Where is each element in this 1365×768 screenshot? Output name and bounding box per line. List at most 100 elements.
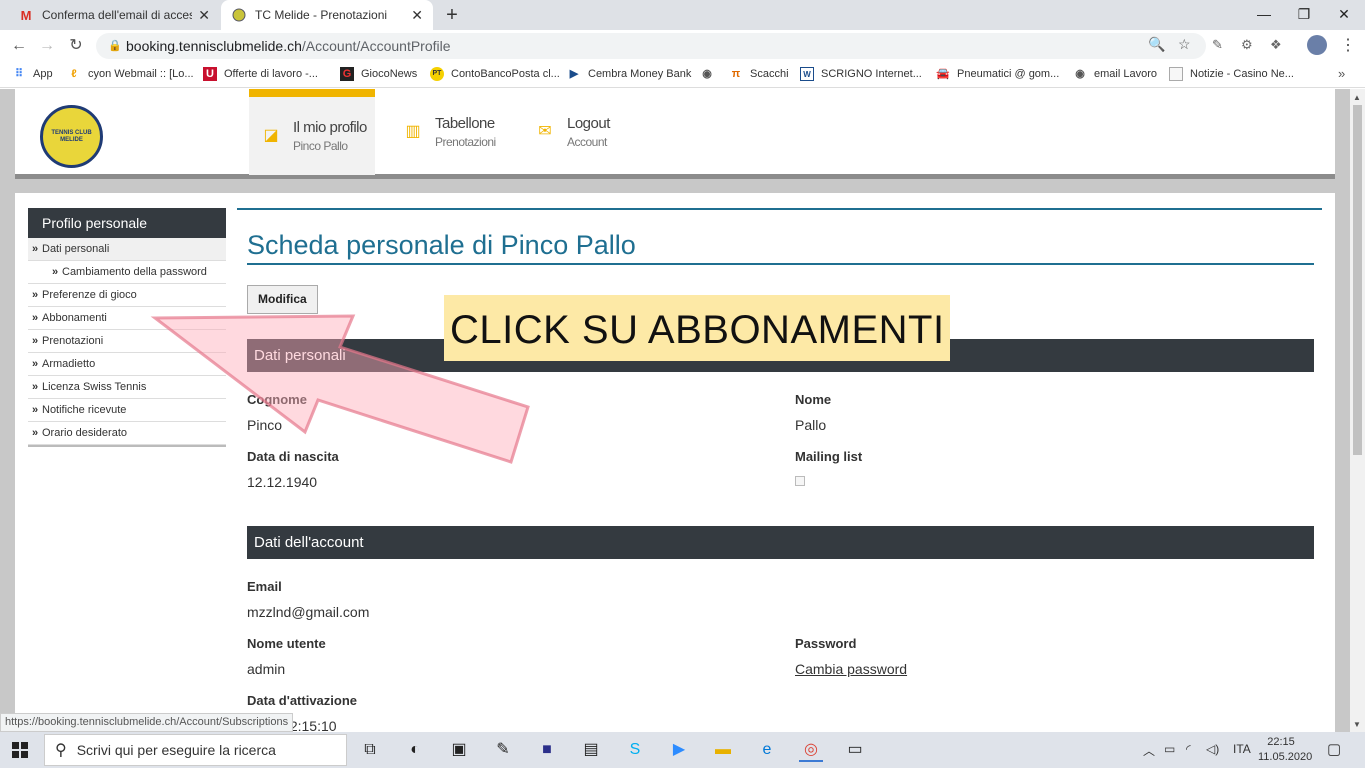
bookmark-pneumatici[interactable]: 🚘 Pneumatici @ gom... — [936, 67, 1059, 81]
battery-icon[interactable]: ▭ — [1164, 742, 1175, 756]
sidebar-item-orario[interactable]: Orario desiderato — [28, 422, 226, 445]
link-status-url: https://booking.tennisclubmelide.ch/Acco… — [0, 713, 294, 732]
sidebar-item-preferenze[interactable]: Preferenze di gioco — [28, 284, 226, 307]
nav-my-profile[interactable]: ◪ Il mio profilo Pinco Pallo — [249, 89, 375, 175]
page-viewport: TENNIS CLUB MELIDE ◪ Il mio profilo Pinco… — [0, 89, 1350, 732]
file-explorer-icon[interactable]: ▬ — [711, 738, 735, 762]
taskbar-clock[interactable]: 22:15 11.05.2020 — [1258, 735, 1312, 765]
tutorial-callout: CLICK SU ABBONAMENTI — [444, 295, 950, 361]
extension-icon[interactable]: ❖ — [1270, 37, 1282, 53]
close-window-button[interactable]: ✕ — [1324, 0, 1364, 30]
chevron-up-icon[interactable]: ︿ — [1143, 742, 1155, 759]
address-bar[interactable]: 🔒 booking.tennisclubmelide.ch/Account/Ac… — [96, 33, 1206, 59]
edge-icon[interactable]: e — [755, 738, 779, 762]
globe-icon: ◉ — [702, 68, 712, 80]
bookmark-app[interactable]: ⠿ App — [12, 67, 53, 81]
gmail-icon: M — [20, 7, 32, 23]
zoom-app-icon[interactable]: ▶ — [667, 738, 691, 762]
scrollbar-thumb[interactable] — [1353, 105, 1362, 455]
url-text: booking.tennisclubmelide.ch/Account/Acco… — [126, 38, 451, 54]
extension-icon[interactable]: ✎ — [1212, 37, 1223, 53]
sidebar-item-licenza[interactable]: Licenza Swiss Tennis — [28, 376, 226, 399]
reload-icon[interactable]: ↻ — [65, 35, 87, 57]
page-content: Profilo personale Dati personali Cambiam… — [15, 193, 1335, 732]
restore-button[interactable]: ❐ — [1284, 0, 1324, 30]
sidebar-item-prenotazioni[interactable]: Prenotazioni — [28, 330, 226, 353]
sidebar-item-password[interactable]: Cambiamento della password — [28, 261, 226, 284]
lock-icon: 🔒 — [108, 40, 122, 52]
page-title: Scheda personale di Pinco Pallo — [247, 230, 1314, 265]
sidebar-item-abbonamenti[interactable]: Abbonamenti — [28, 307, 226, 330]
forward-arrow-icon[interactable]: → — [36, 35, 58, 57]
sidebar-item-notifiche[interactable]: Notifiche ricevute — [28, 399, 226, 422]
bookmark-gioconews[interactable]: G GiocoNews — [340, 67, 417, 81]
bookmark-email-lavoro[interactable]: ◉ email Lavoro — [1073, 67, 1157, 81]
app-icon[interactable]: ■ — [535, 738, 559, 762]
language-indicator[interactable]: ITA — [1233, 742, 1251, 756]
zoom-icon[interactable]: 🔍 — [1148, 36, 1165, 53]
field-cognome: Cognome Pinco — [247, 392, 307, 433]
account-data-fields: Email mzzlnd@gmail.com Nome utente admin… — [247, 559, 1314, 732]
app-icon[interactable]: ◐ — [403, 738, 427, 762]
bookmark-cyon[interactable]: ℓ cyon Webmail :: [Lo... — [67, 67, 193, 81]
tab-close-icon[interactable]: ✕ — [198, 7, 210, 24]
tab-tc-melide[interactable]: TC Melide - Prenotazioni ✕ — [221, 0, 433, 30]
pi-icon: π — [731, 68, 741, 80]
back-arrow-icon[interactable]: ← — [8, 35, 30, 57]
nav-logout[interactable]: ✉ Logout Account — [523, 89, 643, 175]
menu-dots-icon[interactable]: ⋮ — [1340, 35, 1356, 55]
bookmarks-more-button[interactable]: » — [1338, 66, 1345, 81]
tennis-club-logo[interactable]: TENNIS CLUB MELIDE — [40, 105, 103, 168]
windows-start-icon[interactable] — [12, 742, 28, 758]
nav-subtitle: Pinco Pallo — [293, 139, 348, 153]
field-nome-utente: Nome utente admin — [247, 636, 326, 677]
wifi-icon[interactable]: ◜ — [1186, 742, 1191, 756]
nav-subtitle: Account — [567, 135, 607, 149]
bookmark-contobancoposta[interactable]: PT ContoBancoPosta cl... — [430, 67, 560, 81]
app-icon[interactable]: ▤ — [579, 738, 603, 762]
gioconews-icon: G — [340, 67, 354, 81]
scroll-down-icon[interactable]: ▼ — [1353, 720, 1361, 729]
nav-tabellone[interactable]: ▥ Tabellone Prenotazioni — [391, 89, 521, 175]
task-view-icon[interactable]: ⧉ — [358, 738, 382, 762]
sidebar-item-dati-personali[interactable]: Dati personali — [28, 238, 226, 261]
bookmark-offerte[interactable]: U Offerte di lavoro -... — [203, 67, 318, 81]
browser-toolbar: ← → ↻ 🔒 booking.tennisclubmelide.ch/Acco… — [0, 30, 1365, 62]
minimize-button[interactable]: — — [1244, 0, 1284, 30]
field-label: Mailing list — [795, 449, 863, 464]
tab-close-icon[interactable]: ✕ — [411, 7, 423, 24]
extension-icon[interactable]: ⚙ — [1241, 37, 1253, 53]
page-scrollbar[interactable]: ▲ ▼ — [1350, 89, 1365, 732]
sidebar-item-armadietto[interactable]: Armadietto — [28, 353, 226, 376]
volume-icon[interactable]: ◁) — [1206, 742, 1219, 756]
edit-button[interactable]: Modifica — [247, 285, 318, 314]
bookmark-scrigno[interactable]: W SCRIGNO Internet... — [800, 67, 922, 81]
chrome-icon[interactable]: ◎ — [799, 738, 823, 762]
tab-gmail[interactable]: M Conferma dell'email di accesso - ✕ — [8, 0, 220, 30]
bookmark-cembra[interactable]: ▶ Cembra Money Bank — [567, 67, 692, 81]
bookmark-notizie[interactable]: Notizie - Casino Ne... — [1169, 67, 1294, 81]
new-tab-button[interactable]: + — [440, 3, 464, 27]
offerte-icon: U — [203, 67, 217, 81]
nav-title: Il mio profilo — [293, 119, 367, 136]
mailing-list-checkbox[interactable] — [795, 476, 805, 486]
bookmark-scacchi[interactable]: π Scacchi — [729, 67, 789, 81]
taskbar-search-input[interactable]: ⚲ Scrivi qui per eseguire la ricerca — [44, 734, 347, 766]
personal-data-fields: Cognome Pinco Nome Pallo Data di nascita… — [247, 372, 1314, 526]
change-password-link[interactable]: Cambia password — [795, 661, 907, 677]
car-icon: 🚘 — [936, 68, 950, 80]
skype-icon[interactable]: S — [623, 738, 647, 762]
star-icon[interactable]: ☆ — [1178, 36, 1191, 53]
windows-taskbar: ⚲ Scrivi qui per eseguire la ricerca ⧉ ◐… — [0, 732, 1365, 768]
app-icon[interactable]: ✎ — [491, 738, 515, 762]
scrigno-icon: W — [800, 67, 814, 81]
app-icon[interactable]: ▣ — [447, 738, 471, 762]
field-value: admin — [247, 661, 286, 677]
bookmark-globe[interactable]: ◉ — [700, 67, 721, 81]
profile-avatar[interactable] — [1307, 35, 1327, 55]
field-label: Data di nascita — [247, 449, 339, 464]
app-icon[interactable]: ▭ — [843, 738, 867, 762]
field-nome: Nome Pallo — [795, 392, 831, 433]
scroll-up-icon[interactable]: ▲ — [1353, 93, 1361, 102]
notifications-icon[interactable]: ▢ — [1327, 740, 1341, 758]
